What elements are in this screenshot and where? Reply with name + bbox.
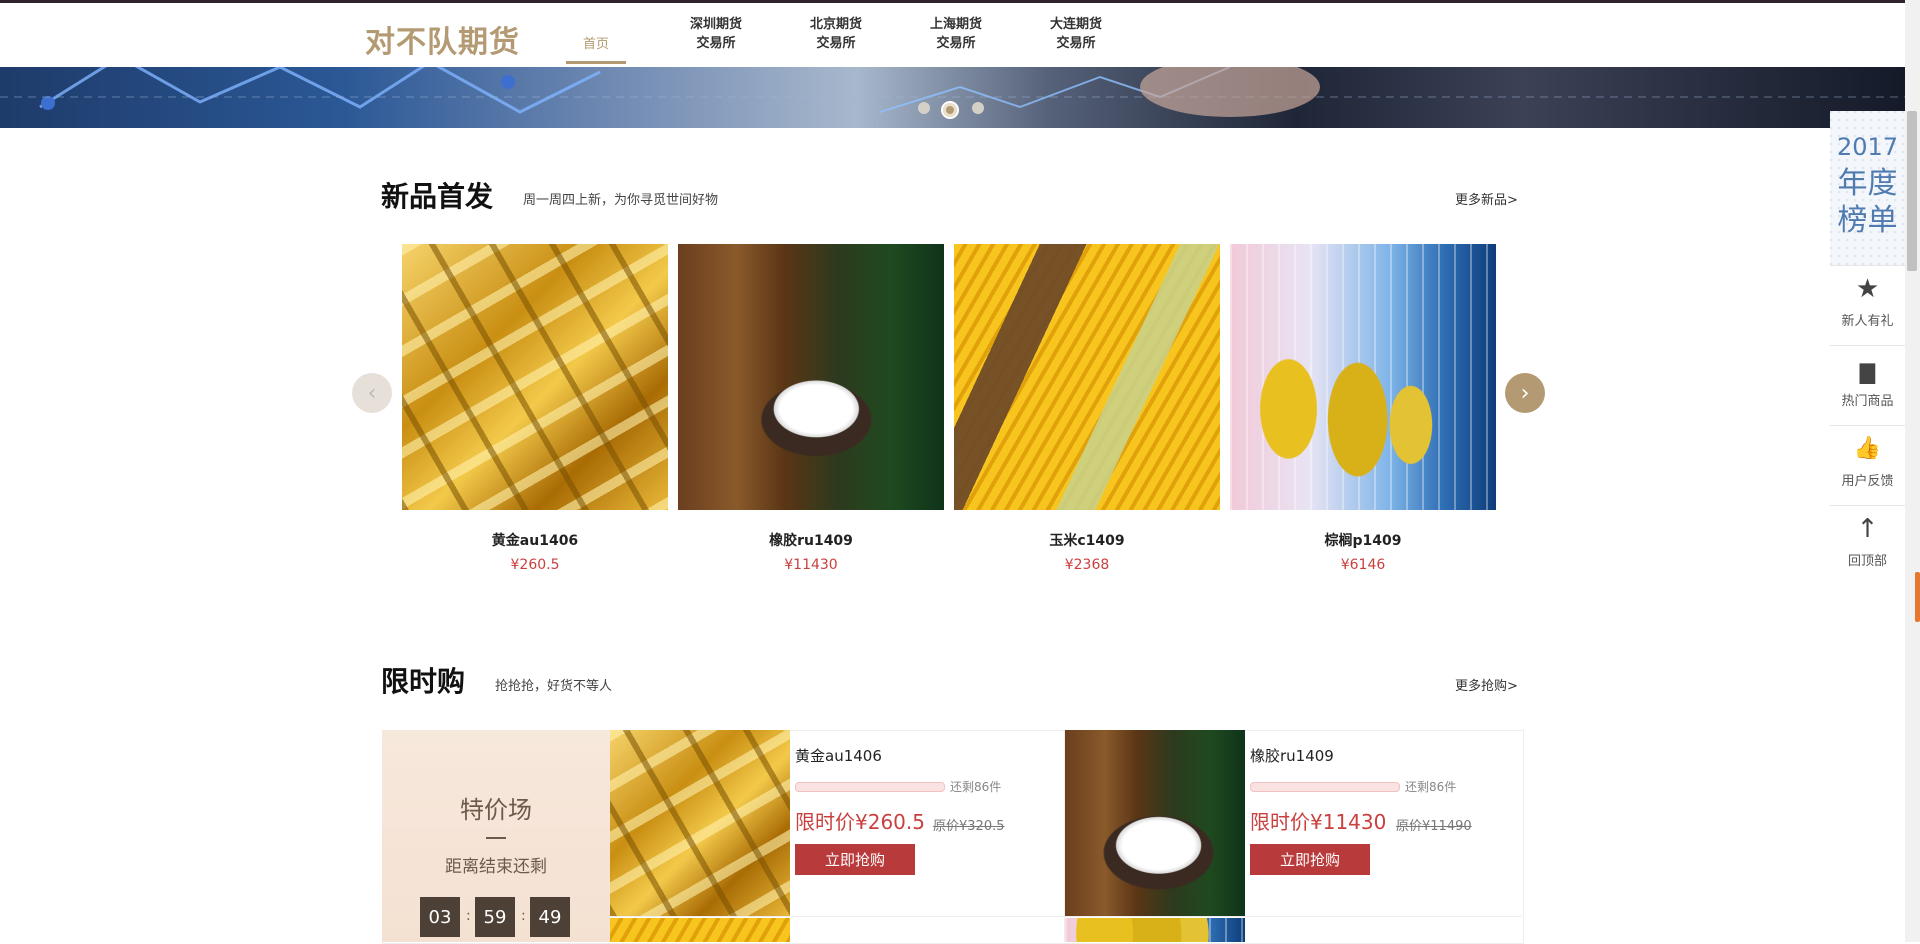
flash-price: 限时价¥260.5 — [795, 810, 925, 834]
buy-now-button[interactable]: 立即抢购 — [1250, 844, 1370, 875]
star-icon: ★ — [1855, 274, 1880, 304]
sidebar-item-back-to-top[interactable]: ↑ 回顶部 — [1830, 505, 1905, 584]
sidebar-item-hot-products[interactable]: ▇ 热门商品 — [1830, 345, 1905, 424]
nav-label-line1: 大连期货 — [1049, 17, 1102, 32]
special-offer-card[interactable]: 特价场 距离结束还剩 03 : 59 : 49 — [382, 730, 610, 942]
more-flash-sale-link[interactable]: 更多抢购> — [1455, 675, 1518, 694]
carousel-prev-button[interactable]: ‹ — [352, 373, 392, 413]
nav-label-line1: 上海期货 — [929, 17, 982, 32]
flash-item-name[interactable]: 橡胶ru1409 — [1250, 745, 1334, 766]
product-name[interactable]: 橡胶ru1409 — [678, 530, 944, 550]
hero-banner[interactable] — [0, 67, 1905, 128]
countdown-separator: : — [466, 908, 471, 924]
banner-dot-2[interactable] — [941, 101, 959, 119]
promo-divider — [486, 837, 506, 839]
countdown-separator: : — [521, 908, 526, 924]
product-name[interactable]: 棕榈p1409 — [1230, 530, 1496, 550]
sidebar-item-feedback[interactable]: 👍 用户反馈 — [1830, 425, 1905, 504]
product-price: ¥260.5 — [510, 557, 560, 573]
nav-label-line1: 北京期货 — [809, 17, 862, 32]
stock-progress-bar — [1250, 782, 1400, 792]
flash-sale-title: 限时购 — [381, 665, 466, 698]
product-price: ¥11430 — [784, 557, 838, 573]
flash-item-image-rubber[interactable] — [1065, 730, 1245, 916]
countdown-hours: 03 — [420, 897, 460, 937]
scrollbar-thumb[interactable] — [1907, 111, 1917, 271]
banner-graphic — [0, 67, 1905, 117]
flash-item-image-gold[interactable] — [610, 730, 790, 916]
sidebar-item-label: 新人有礼 — [1841, 314, 1894, 329]
product-price: ¥2368 — [1064, 557, 1110, 573]
site-header: 对不队期货 首页 深圳期货 交易所 北京期货 交易所 上海期货 交易所 大连期货… — [0, 3, 1920, 67]
flash-item-image-corn[interactable] — [610, 918, 790, 942]
flash-item-image-palm-oil[interactable] — [1065, 918, 1245, 942]
arrow-up-icon: ↑ — [1856, 514, 1879, 544]
original-price: 原价¥320.5 — [933, 819, 1005, 834]
carousel-next-button[interactable]: › — [1505, 373, 1545, 413]
product-image-palm-oil[interactable] — [1230, 244, 1496, 510]
sidebar-item-label: 热门商品 — [1841, 394, 1894, 409]
flash-price: 限时价¥11430 — [1250, 810, 1387, 834]
nav-shenzhen-exchange[interactable]: 深圳期货 交易所 — [666, 15, 766, 53]
stock-remaining: 还剩86件 — [950, 780, 1002, 794]
product-name[interactable]: 黄金au1406 — [402, 530, 668, 550]
chevron-left-icon: ‹ — [367, 380, 377, 406]
row-divider — [610, 916, 1522, 917]
flash-sale-subtitle: 抢抢抢，好货不等人 — [495, 679, 613, 694]
stock-progress-bar — [795, 782, 945, 792]
bar-chart-icon: ▇ — [1859, 360, 1876, 384]
countdown-minutes: 59 — [475, 897, 515, 937]
scroll-marker — [1915, 572, 1920, 622]
new-products-title: 新品首发 — [381, 180, 494, 213]
nav-active-indicator — [566, 61, 626, 64]
countdown-seconds: 49 — [530, 897, 570, 937]
nav-dalian-exchange[interactable]: 大连期货 交易所 — [1026, 15, 1126, 53]
nav-label-line2: 交易所 — [1056, 36, 1096, 51]
product-price: ¥6146 — [1340, 557, 1386, 573]
nav-label-line2: 交易所 — [936, 36, 976, 51]
product-image-gold[interactable] — [402, 244, 668, 510]
site-logo[interactable]: 对不队期货 — [365, 17, 520, 61]
thumbs-up-icon: 👍 — [1853, 436, 1882, 461]
buy-now-button[interactable]: 立即抢购 — [795, 844, 915, 875]
flash-item-name[interactable]: 黄金au1406 — [795, 745, 882, 766]
promo-title: 特价场 — [460, 796, 532, 824]
ranking-year: 2017 — [1836, 133, 1899, 161]
sidebar-item-label: 回顶部 — [1847, 554, 1887, 569]
nav-home[interactable]: 首页 — [566, 33, 626, 52]
ranking-title-line1: 年度 — [1837, 166, 1898, 201]
nav-label-line1: 深圳期货 — [689, 17, 742, 32]
banner-dot-1[interactable] — [918, 102, 930, 114]
original-price: 原价¥11490 — [1396, 819, 1472, 834]
stock-remaining: 还剩86件 — [1405, 780, 1457, 794]
chevron-right-icon: › — [1520, 380, 1530, 406]
ranking-title: 年度 榜单 — [1830, 165, 1905, 239]
product-image-rubber[interactable] — [678, 244, 944, 510]
nav-label-line2: 交易所 — [696, 36, 736, 51]
nav-beijing-exchange[interactable]: 北京期货 交易所 — [786, 15, 886, 53]
sidebar-item-newcomer-gift[interactable]: ★ 新人有礼 — [1830, 265, 1905, 344]
new-products-subtitle: 周一周四上新，为你寻觅世间好物 — [523, 193, 719, 208]
product-name[interactable]: 玉米c1409 — [954, 530, 1220, 550]
nav-label-line2: 交易所 — [816, 36, 856, 51]
more-new-products-link[interactable]: 更多新品> — [1455, 189, 1518, 208]
countdown-label: 距离结束还剩 — [445, 857, 547, 877]
product-image-corn[interactable] — [954, 244, 1220, 510]
banner-dot-3[interactable] — [972, 102, 984, 114]
ranking-title-line2: 榜单 — [1837, 203, 1898, 238]
nav-shanghai-exchange[interactable]: 上海期货 交易所 — [906, 15, 1006, 53]
sidebar-item-label: 用户反馈 — [1841, 474, 1894, 489]
